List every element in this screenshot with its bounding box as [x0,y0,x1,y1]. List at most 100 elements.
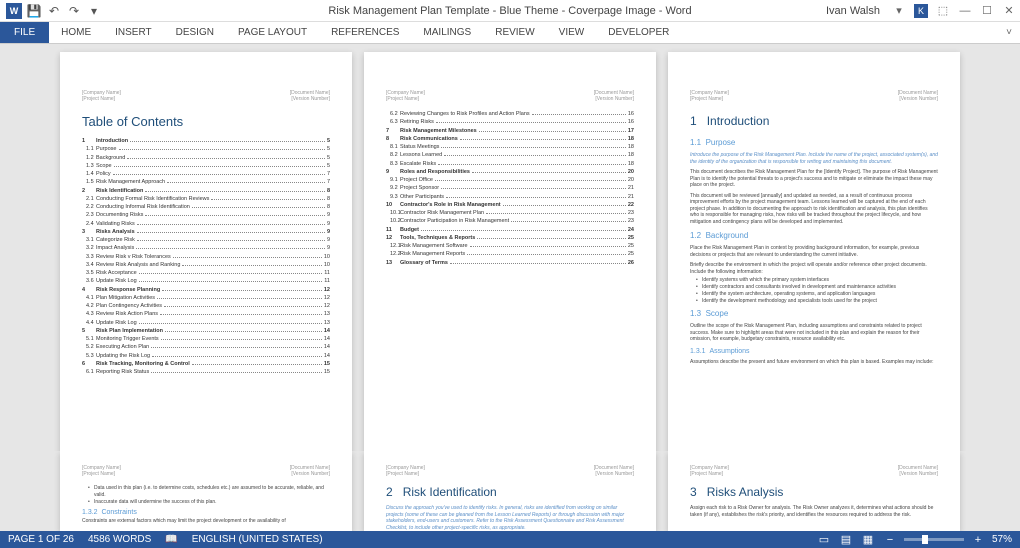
toc-entry[interactable]: 1Introduction5 [82,137,330,145]
toc-entry[interactable]: 4.3Review Risk Action Plans13 [82,310,330,318]
toc-entry[interactable]: 4.1Plan Mitigation Activities12 [82,294,330,302]
toc-entry[interactable]: 1.3Scope5 [82,162,330,170]
toc-entry[interactable]: 8.2Lessons Learned18 [386,151,634,159]
toc-entry[interactable]: 4.2Plan Contingency Activities12 [82,302,330,310]
toc-entry[interactable]: 8.3Escalate Risks18 [386,160,634,168]
toc-entry[interactable]: 8Risk Communications18 [386,135,634,143]
bullet-item: Identify the development methodology and… [690,298,938,305]
toc-entry[interactable]: 2.2Conducting Informal Risk Identificati… [82,203,330,211]
view-print-icon[interactable]: ▤ [838,533,854,546]
status-proof-icon[interactable]: 📖 [165,534,177,545]
window-controls: Ivan Walsh ▾ K ⬚ — ☐ ✕ [826,4,1016,18]
toc-entry[interactable]: 3Risks Analysis9 [82,228,330,236]
view-read-icon[interactable]: ▭ [816,533,832,546]
bullet-item: Inaccurate data will undermine the succe… [82,499,330,506]
toc-entry[interactable]: 11Budget24 [386,226,634,234]
toc-entry[interactable]: 1.1Purpose5 [82,145,330,153]
toc-entry[interactable]: 3.5Risk Acceptance11 [82,269,330,277]
zoom-level[interactable]: 57% [992,534,1012,545]
ribbon-options-icon[interactable]: ⬚ [936,4,950,17]
toc-entry[interactable]: 6.2Reviewing Changes to Risk Profiles an… [386,110,634,118]
page-header: [Company Name][Project Name] [Document N… [82,465,330,477]
redo-icon[interactable]: ↷ [66,3,82,19]
tab-view[interactable]: VIEW [547,22,597,43]
tab-pagelayout[interactable]: PAGE LAYOUT [226,22,319,43]
toc-entry[interactable]: 6Risk Tracking, Monitoring & Control15 [82,360,330,368]
toc-entry[interactable]: 6.1Reporting Risk Status15 [82,368,330,376]
zoom-out-icon[interactable]: − [882,534,898,546]
toc-entry[interactable]: 13Glossary of Terms26 [386,259,634,267]
maximize-icon[interactable]: ☐ [980,4,994,17]
close-icon[interactable]: ✕ [1002,4,1016,17]
page-6[interactable]: [Company Name][Project Name] [Document N… [668,451,960,531]
undo-icon[interactable]: ↶ [46,3,62,19]
user-badge[interactable]: K [914,4,928,18]
document-canvas-row2[interactable]: [Company Name][Project Name] [Document N… [0,451,1020,531]
toc-entry[interactable]: 10Contractor's Role in Risk Management22 [386,201,634,209]
toc-entry[interactable]: 4.4Update Risk Log13 [82,319,330,327]
toc-entry[interactable]: 12Tools, Techniques & Reports25 [386,234,634,242]
toc-entry[interactable]: 12.1Risk Management Software25 [386,242,634,250]
status-language[interactable]: ENGLISH (UNITED STATES) [192,534,323,545]
toc-entry[interactable]: 4Risk Response Planning12 [82,286,330,294]
zoom-slider[interactable] [904,538,964,541]
heading-risk-identification: 2Risk Identification [386,485,634,499]
toc-entry[interactable]: 1.4Policy7 [82,170,330,178]
tab-mailings[interactable]: MAILINGS [411,22,483,43]
toc-entry[interactable]: 9Roles and Responsibilities20 [386,168,634,176]
toc-entry[interactable]: 9.3Other Participants21 [386,193,634,201]
bullet-item: Data used in this plan (i.e. to determin… [82,485,330,499]
body-text: Place the Risk Management Plan in contex… [690,245,938,258]
view-web-icon[interactable]: ▦ [860,533,876,546]
toc-entry[interactable]: 3.3Review Risk v Risk Tolerances10 [82,253,330,261]
tab-developer[interactable]: DEVELOPER [596,22,681,43]
bullet-item: Identify the system architecture, operat… [690,291,938,298]
toc-entry[interactable]: 8.1Status Meetings18 [386,143,634,151]
tab-design[interactable]: DESIGN [164,22,226,43]
toc-entry[interactable]: 3.4Review Risk Analysis and Ranking10 [82,261,330,269]
page-4[interactable]: [Company Name][Project Name] [Document N… [60,451,352,531]
toc-entry[interactable]: 2.3Documenting Risks9 [82,211,330,219]
qat-more-icon[interactable]: ▾ [86,3,102,19]
body-text: Assign each risk to a Risk Owner for ana… [690,505,938,518]
user-menu-icon[interactable]: ▾ [892,4,906,17]
toc-entry[interactable]: 5.2Executing Action Plan14 [82,343,330,351]
toc-entry[interactable]: 1.2Background5 [82,154,330,162]
toc-entry[interactable]: 6.3Retiring Risks16 [386,118,634,126]
toc-entry[interactable]: 2.4Validating Risks9 [82,220,330,228]
toc-entry[interactable]: 3.2Impact Analysis9 [82,244,330,252]
toc-entry[interactable]: 3.1Categorize Risk9 [82,236,330,244]
toc-entry[interactable]: 5.3Updating the Risk Log14 [82,352,330,360]
status-bar: PAGE 1 OF 26 4586 WORDS 📖 ENGLISH (UNITE… [0,531,1020,548]
heading-introduction: 1Introduction [690,114,938,128]
toc-entry[interactable]: 5.1Monitoring Trigger Events14 [82,335,330,343]
toc-title: Table of Contents [82,114,330,129]
page-header: [Company Name][Project Name] [Document N… [386,90,634,102]
tab-file[interactable]: FILE [0,22,49,43]
toc-entry[interactable]: 9.1Project Office20 [386,176,634,184]
page-5[interactable]: [Company Name][Project Name] [Document N… [364,451,656,531]
toc-entry[interactable]: 10.1Contractor Risk Management Plan23 [386,209,634,217]
tab-home[interactable]: HOME [49,22,103,43]
toc-entry[interactable]: 2.1Conducting Formal Risk Identification… [82,195,330,203]
toc-entry[interactable]: 3.6Update Risk Log11 [82,277,330,285]
tab-references[interactable]: REFERENCES [319,22,411,43]
save-icon[interactable]: 💾 [26,3,42,19]
toc-entry[interactable]: 5Risk Plan Implementation14 [82,327,330,335]
toc-entry[interactable]: 1.5Risk Management Approach7 [82,178,330,186]
ribbon-expand-icon[interactable]: ˅ [1006,27,1020,38]
minimize-icon[interactable]: — [958,5,972,17]
toc-entry[interactable]: 9.2Project Sponsor21 [386,184,634,192]
status-page[interactable]: PAGE 1 OF 26 [8,534,74,545]
toc-entry[interactable]: 7Risk Management Milestones17 [386,127,634,135]
toc-entry[interactable]: 12.2Risk Management Reports25 [386,250,634,258]
toc-entry[interactable]: 2Risk Identification8 [82,187,330,195]
user-name[interactable]: Ivan Walsh [826,5,880,17]
zoom-in-icon[interactable]: + [970,534,986,546]
tab-review[interactable]: REVIEW [483,22,546,43]
tab-insert[interactable]: INSERT [103,22,164,43]
status-words[interactable]: 4586 WORDS [88,534,151,545]
toc-entry[interactable]: 10.2Contractor Participation in Risk Man… [386,217,634,225]
page-header: [Company Name][Project Name] [Document N… [690,90,938,102]
heading-purpose: 1.1 Purpose [690,138,938,147]
